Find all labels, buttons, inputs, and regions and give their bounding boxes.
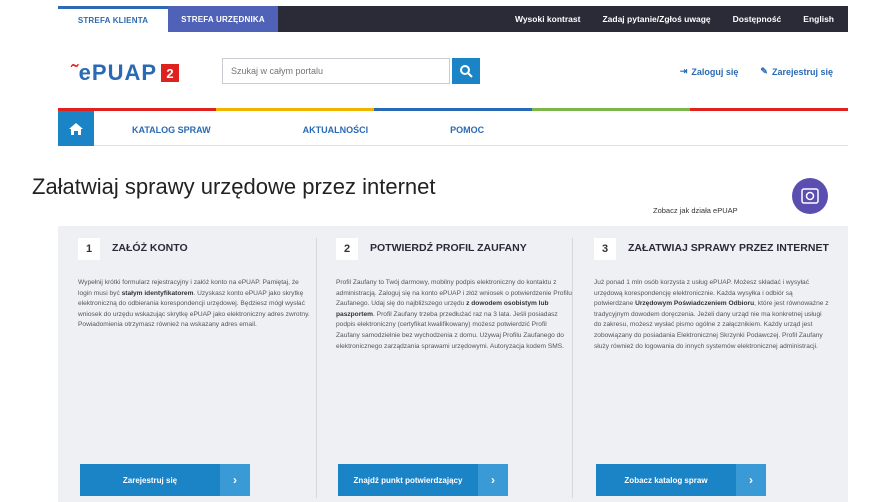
english-link[interactable]: English [803,14,834,24]
logo-swoosh-icon: ˜ [70,61,77,84]
pencil-icon: ✎ [760,66,768,76]
nav-items: KATALOG SPRAW AKTUALNOŚCI POMOC [132,125,484,135]
card-title: ZAŁATWIAJ SPRAWY PRZEZ INTERNET [628,242,829,254]
search-icon [460,65,473,78]
strip-segment-green [532,108,690,111]
chevron-right-icon: › [478,464,508,496]
chevron-right-icon: › [736,464,766,496]
step-number: 3 [594,238,616,260]
page-title: Załatwiaj sprawy urzędowe przez internet [32,174,436,199]
step-card-3: 3 ZAŁATWIAJ SPRAWY PRZEZ INTERNET Już po… [594,238,834,502]
cta-label: Zarejestruj się [122,475,178,485]
main-nav: KATALOG SPRAW AKTUALNOŚCI POMOC [58,108,848,146]
card-body-bold: stałym identyfikatorem [121,289,194,297]
high-contrast-link[interactable]: Wysoki kontrast [515,14,581,24]
strip-segment-blue [374,108,532,111]
card-header: 3 ZAŁATWIAJ SPRAWY PRZEZ INTERNET [594,238,834,274]
step-card-2: 2 POTWIERDŹ PROFIL ZAUFANY Profil Zaufan… [336,238,576,502]
home-icon [69,122,83,135]
card-title: POTWIERDŹ PROFIL ZAUFANY [370,242,527,254]
step-number: 1 [78,238,100,260]
tab-official-zone[interactable]: Strefa urzędnika [168,6,278,32]
card-body-bold: Urzędowym Poświadczeniem Odbioru [635,300,755,308]
card-header: 2 POTWIERDŹ PROFIL ZAUFANY [336,238,576,274]
register-cta-button[interactable]: Zarejestruj się › [80,464,250,496]
card-title: ZAŁÓŻ KONTO [112,242,188,254]
epuap-logo[interactable]: ˜ ePUAP 2 [70,60,180,86]
strip-segment-yellow [216,108,374,111]
feedback-link[interactable]: Zadaj pytanie/Zgłoś uwagę [602,14,710,24]
header-actions: ⇥ Zaloguj się ✎ Zarejestruj się [680,66,833,77]
card-body: Wypełnij krótki formularz rejestracyjny … [78,278,318,331]
nav-color-strip [58,108,848,111]
accessibility-link[interactable]: Dostępność [733,14,782,24]
login-icon: ⇥ [679,66,688,76]
card-header: 1 ZAŁÓŻ KONTO [78,238,318,274]
card-body: Już ponad 1 mln osób korzysta z usług eP… [594,278,834,352]
card-body: Profil Zaufany to Twój darmowy, mobilny … [336,278,576,352]
top-bar: Strefa klienta Strefa urzędnika Wysoki k… [0,0,887,36]
guide-label[interactable]: Zobacz jak działa ePUAP [653,206,738,215]
top-bar-inner: Strefa klienta Strefa urzędnika Wysoki k… [58,6,848,32]
guide-video-button[interactable] [792,178,828,214]
nav-item-help[interactable]: POMOC [450,125,484,135]
chevron-right-icon: › [220,464,250,496]
divider [316,238,317,498]
play-video-icon [801,188,819,204]
strip-segment-red-2 [690,108,848,111]
tab-client-zone[interactable]: Strefa klienta [58,6,168,32]
home-button[interactable] [58,111,94,146]
step-number: 2 [336,238,358,260]
top-links: Wysoki kontrast Zadaj pytanie/Zgłoś uwag… [515,14,848,24]
login-link[interactable]: ⇥ Zaloguj się [680,66,739,77]
logo-badge: 2 [161,64,180,82]
step-card-1: 1 ZAŁÓŻ KONTO Wypełnij krótki formularz … [78,238,318,502]
register-link[interactable]: ✎ Zarejestruj się [760,66,833,77]
search-input[interactable] [222,58,450,84]
logo-text: ePUAP [78,60,158,85]
divider [572,238,573,498]
register-label: Zarejestruj się [771,66,833,77]
find-point-cta-button[interactable]: Znajdź punkt potwierdzający › [338,464,508,496]
card-body-text: , które jest równoważne z tradycyjnym do… [594,300,829,350]
cta-label: Zobacz katalog spraw [624,475,708,485]
catalog-cta-button[interactable]: Zobacz katalog spraw › [596,464,766,496]
search-button[interactable] [452,58,480,84]
login-label: Zaloguj się [691,66,739,77]
cta-label: Znajdź punkt potwierdzający [353,475,463,485]
nav-item-catalog[interactable]: KATALOG SPRAW [132,125,211,135]
nav-item-news[interactable]: AKTUALNOŚCI [303,125,369,135]
